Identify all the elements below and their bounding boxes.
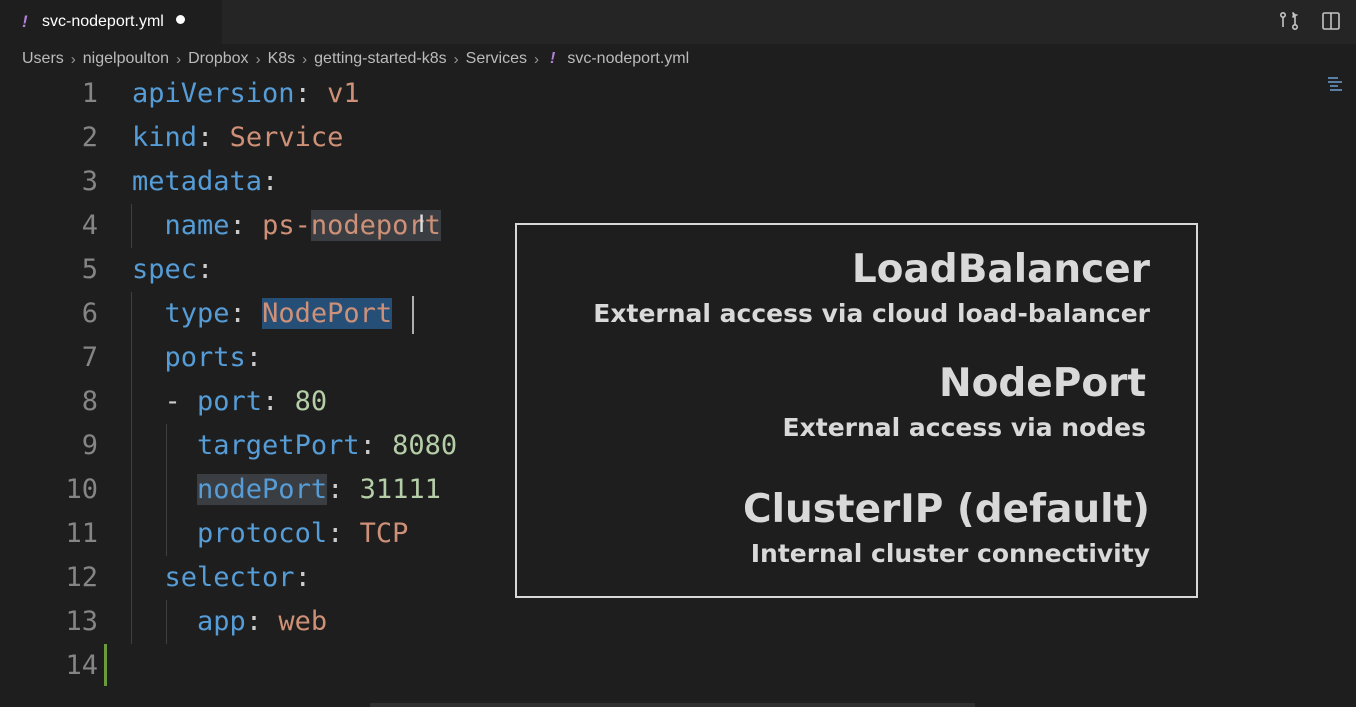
chevron-right-icon: ›: [302, 50, 308, 68]
chevron-right-icon: ›: [255, 50, 261, 68]
unsaved-dot-icon[interactable]: [175, 14, 185, 24]
breadcrumb-nigelpoulton[interactable]: nigelpoulton: [83, 50, 169, 68]
horizontal-scrollbar[interactable]: [370, 703, 975, 707]
breadcrumb-users[interactable]: Users: [22, 50, 64, 68]
line-number: 10: [65, 474, 98, 505]
breadcrumb-k8s[interactable]: K8s: [268, 50, 296, 68]
code-text: metadata:: [132, 166, 279, 197]
code-text: type: NodePort: [164, 298, 393, 329]
line-number: 1: [81, 78, 98, 109]
line-number: 14: [65, 650, 98, 681]
service-types-overlay: LoadBalancer External access via cloud l…: [515, 223, 1198, 598]
line-number: 13: [65, 606, 98, 637]
overlay-subtitle-clusterip: Internal cluster connectivity: [750, 539, 1150, 568]
line-number: 7: [81, 342, 98, 373]
overlay-subtitle-nodeport: External access via nodes: [782, 413, 1146, 442]
yaml-file-icon: !: [22, 12, 28, 31]
code-line: 1 apiVersion: v1: [0, 72, 1320, 116]
breadcrumb-getting-started[interactable]: getting-started-k8s: [314, 50, 447, 68]
line-number: 12: [65, 562, 98, 593]
line-number: 11: [65, 518, 98, 549]
code-text: name: ps-nodeport: [164, 210, 441, 241]
code-text: apiVersion: v1: [132, 78, 360, 109]
code-line: 13 app: web: [0, 600, 1320, 644]
line-number: 3: [81, 166, 98, 197]
text-caret: [412, 296, 414, 334]
breadcrumb-file[interactable]: svc-nodeport.yml: [567, 50, 689, 68]
code-line: 14: [0, 644, 1320, 688]
overlay-title-loadbalancer: LoadBalancer: [851, 247, 1150, 292]
chevron-right-icon: ›: [176, 50, 182, 68]
tab-label: svc-nodeport.yml: [42, 13, 164, 30]
overlay-subtitle-loadbalancer: External access via cloud load-balancer: [593, 299, 1150, 328]
line-number: 6: [81, 298, 98, 329]
selected-text: NodePort: [262, 298, 393, 329]
breadcrumb-dropbox[interactable]: Dropbox: [188, 50, 248, 68]
tab-bar: ! svc-nodeport.yml: [0, 0, 1356, 44]
code-text: selector:: [164, 562, 311, 593]
chevron-right-icon: ›: [534, 50, 540, 68]
line-number: 9: [81, 430, 98, 461]
mouse-ibeam-cursor-icon: I: [418, 210, 426, 238]
breadcrumb: Users › nigelpoulton › Dropbox › K8s › g…: [22, 48, 689, 70]
code-text: kind: Service: [132, 122, 344, 153]
open-changes-icon[interactable]: [1278, 10, 1300, 32]
line-number: 2: [81, 122, 98, 153]
editor-window: ! svc-nodeport.yml Users › nigelpoulton …: [0, 0, 1356, 707]
editor-actions: [1278, 10, 1342, 32]
overlay-title-clusterip: ClusterIP (default): [742, 487, 1150, 532]
code-line: 2 kind: Service: [0, 116, 1320, 160]
breadcrumb-services[interactable]: Services: [466, 50, 527, 68]
tab-svc-nodeport[interactable]: ! svc-nodeport.yml: [0, 0, 222, 44]
line-number: 8: [81, 386, 98, 417]
code-text: nodePort: 31111: [197, 474, 441, 505]
overlay-title-nodeport: NodePort: [938, 361, 1146, 406]
split-editor-icon[interactable]: [1320, 10, 1342, 32]
yaml-file-icon: !: [550, 50, 556, 67]
code-text: targetPort: 8080: [197, 430, 458, 461]
chevron-right-icon: ›: [453, 50, 459, 68]
code-text: ports:: [164, 342, 263, 373]
code-text: protocol: TCP: [197, 518, 409, 549]
code-text: - port: 80: [164, 386, 328, 417]
code-line: 3 metadata:: [0, 160, 1320, 204]
code-text: spec:: [132, 254, 214, 285]
line-number: 4: [81, 210, 98, 241]
chevron-right-icon: ›: [70, 50, 76, 68]
line-number: 5: [81, 254, 98, 285]
code-text: app: web: [197, 606, 328, 637]
minimap-icon[interactable]: [1326, 74, 1346, 94]
